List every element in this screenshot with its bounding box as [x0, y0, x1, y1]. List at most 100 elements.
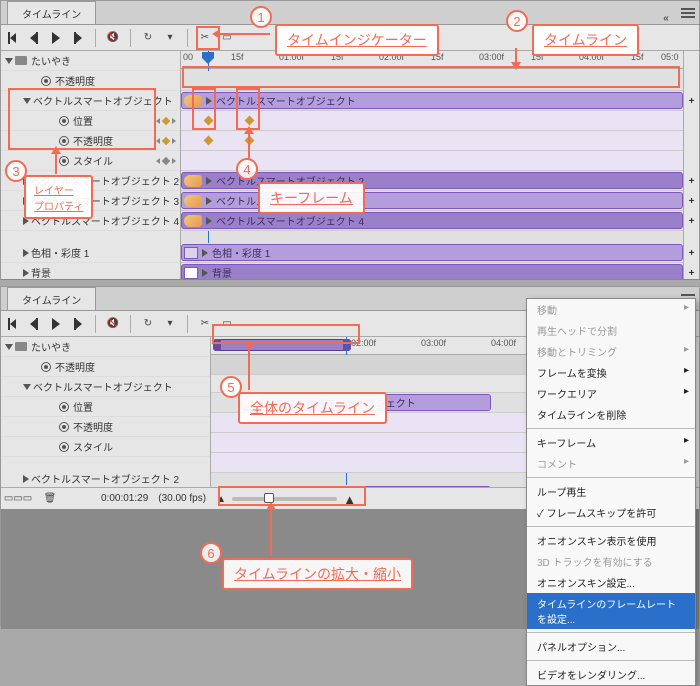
- ruler-label: 15f: [231, 52, 244, 62]
- tree-prop-style[interactable]: スタイル: [1, 437, 210, 457]
- add-track-button[interactable]: +: [684, 191, 699, 211]
- clip-thumb: [184, 175, 202, 187]
- menu-render-video[interactable]: ビデオをレンダリング...: [527, 664, 695, 685]
- annotation-box-workarea: [212, 324, 360, 344]
- prop-label: 位置: [73, 399, 93, 414]
- clip[interactable]: 色相・彩度 1: [181, 244, 683, 261]
- menu-onion-settings[interactable]: オニオンスキン設定...: [527, 572, 695, 593]
- keyframe-icon[interactable]: [204, 136, 214, 146]
- menu-move: 移動▸: [527, 299, 695, 320]
- timeline-tab[interactable]: タイムライン: [7, 1, 96, 24]
- ruler-label: 04:00f: [491, 338, 516, 348]
- tree-prop-style[interactable]: スタイル: [1, 151, 180, 171]
- menu-move-trim: 移動とトリミング▸: [527, 341, 695, 362]
- tree-layer-1[interactable]: ベクトルスマートオブジェクト: [1, 377, 210, 397]
- add-track-button[interactable]: +: [684, 211, 699, 231]
- add-track-button[interactable]: +: [684, 243, 699, 263]
- track-layer-3[interactable]: ベクトルスマートオブジェクト 3: [181, 191, 683, 211]
- tree-adjust-layer[interactable]: 色相・彩度 1: [1, 243, 180, 263]
- tree-root[interactable]: たいやき: [1, 337, 210, 357]
- prev-frame-button[interactable]: [25, 315, 43, 333]
- layer-label: ベクトルスマートオブジェクト 2: [31, 471, 179, 486]
- prop-label: スタイル: [73, 439, 113, 454]
- tree-root-opacity[interactable]: 不透明度: [1, 357, 210, 377]
- clip-label: ベクトルスマートオブジェクト 4: [216, 213, 364, 228]
- menu-work-area[interactable]: ワークエリア▸: [527, 383, 695, 404]
- menu-skip-frames[interactable]: ✓ フレームスキップを許可: [527, 502, 695, 523]
- tree-prop-opacity[interactable]: 不透明度: [1, 417, 210, 437]
- menu-comments: コメント▸: [527, 453, 695, 474]
- tree-bg-layer[interactable]: 背景: [1, 263, 180, 279]
- menu-set-framerate[interactable]: タイムラインのフレームレートを設定...: [527, 593, 695, 629]
- next-frame-button[interactable]: [69, 29, 87, 47]
- loop-icon[interactable]: ↻: [139, 29, 157, 47]
- prev-frame-button[interactable]: [25, 29, 43, 47]
- current-time[interactable]: 0:00:01:29: [101, 493, 148, 504]
- annotation-box-zoom: [218, 486, 366, 506]
- kf-row-opacity[interactable]: [181, 131, 683, 151]
- prop-label: 不透明度: [73, 419, 113, 434]
- frame-mode-icon[interactable]: ▭▭▭: [9, 490, 27, 508]
- menu-convert-frames[interactable]: フレームを変換▸: [527, 362, 695, 383]
- root-label: たいやき: [31, 53, 71, 68]
- clip[interactable]: ベクトルスマートオブジェクト 3: [181, 192, 683, 209]
- settings-dropdown-icon[interactable]: ▾: [161, 29, 179, 47]
- tree-prop-position[interactable]: 位置: [1, 397, 210, 417]
- layer-label: ベクトルスマートオブジェクト: [33, 379, 173, 394]
- layer-tree: たいやき 不透明度 ベクトルスマートオブジェクト 位置 不透明度 スタイル ベク…: [1, 337, 211, 487]
- layer-label: 背景: [31, 265, 51, 279]
- clip-label: 背景: [212, 265, 232, 279]
- track-adjust[interactable]: 色相・彩度 1: [181, 243, 683, 263]
- clip[interactable]: ベクトルスマートオブジェクト 4: [181, 212, 683, 229]
- menu-delete-timeline[interactable]: タイムラインを削除: [527, 404, 695, 425]
- layer-label: 色相・彩度 1: [31, 245, 89, 260]
- ruler-label: 00: [183, 52, 193, 62]
- annotation-badge-2: 2: [506, 10, 528, 32]
- annotation-callout-1: タイムインジケーター: [275, 24, 439, 56]
- bin-icon[interactable]: 🗑: [41, 490, 59, 508]
- goto-start-button[interactable]: [3, 29, 21, 47]
- panel-menu-icon[interactable]: [677, 2, 699, 24]
- menu-panel-options[interactable]: パネルオプション...: [527, 636, 695, 657]
- tree-layer-2[interactable]: ベクトルスマートオブジェクト 2: [1, 469, 210, 487]
- timeline-tab[interactable]: タイムライン: [7, 287, 96, 310]
- annotation-box-kf1: [192, 88, 216, 130]
- menu-keyframes[interactable]: キーフレーム▸: [527, 432, 695, 453]
- add-track-column: + + + + + +: [683, 51, 699, 279]
- add-track-button[interactable]: +: [684, 263, 699, 283]
- play-button[interactable]: [47, 29, 65, 47]
- track-layer-4[interactable]: ベクトルスマートオブジェクト 4: [181, 211, 683, 231]
- play-button[interactable]: [47, 315, 65, 333]
- menu-loop[interactable]: ループ再生: [527, 481, 695, 502]
- ruler-label: 03:00f: [421, 338, 446, 348]
- transition-button[interactable]: ▭: [218, 29, 236, 47]
- clip-label: 色相・彩度 1: [212, 245, 270, 260]
- prop-label: スタイル: [73, 153, 113, 168]
- ruler-label: 05:0: [661, 52, 679, 62]
- clip[interactable]: 背景: [181, 264, 683, 279]
- next-frame-button[interactable]: [69, 315, 87, 333]
- track-bg[interactable]: 背景: [181, 263, 683, 279]
- clip-thumb: [184, 195, 202, 207]
- panel-collapse-icon[interactable]: «: [655, 13, 677, 24]
- settings-dropdown-icon[interactable]: ▾: [161, 315, 179, 333]
- tree-root[interactable]: たいやき: [1, 51, 180, 71]
- annotation-callout-2: タイムライン: [532, 24, 639, 56]
- menu-enable-3d: 3D トラックを有効にする: [527, 551, 695, 572]
- tab-bar: タイムライン «: [1, 1, 699, 25]
- annotation-callout-6: タイムラインの拡大・縮小: [222, 558, 413, 590]
- clip-thumb: [184, 215, 202, 227]
- add-track-button[interactable]: +: [684, 171, 699, 191]
- annotation-box-props: [8, 88, 156, 150]
- fps-display: (30.00 fps): [158, 493, 206, 504]
- menu-onion-display[interactable]: オニオンスキン表示を使用: [527, 530, 695, 551]
- annotation-badge-1: 1: [250, 6, 272, 28]
- annotation-box-timeline: [182, 66, 680, 88]
- loop-icon[interactable]: ↻: [139, 315, 157, 333]
- annotation-callout-4: キーフレーム: [258, 182, 365, 214]
- opacity-label: 不透明度: [55, 73, 95, 88]
- goto-start-button[interactable]: [3, 315, 21, 333]
- add-track-button[interactable]: +: [684, 91, 699, 111]
- mute-audio-button[interactable]: 🔇: [104, 315, 122, 333]
- mute-audio-button[interactable]: 🔇: [104, 29, 122, 47]
